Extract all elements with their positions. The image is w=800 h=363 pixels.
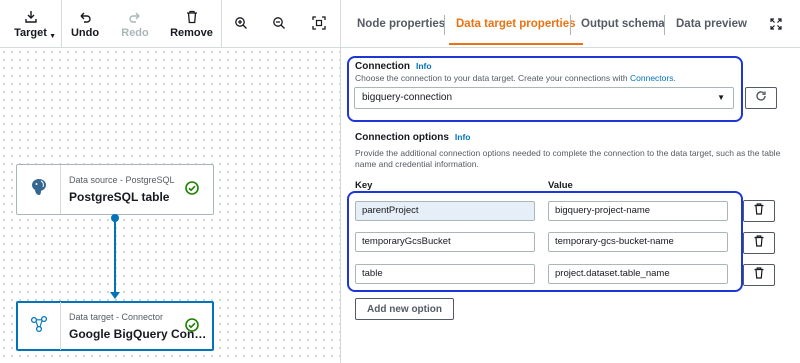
success-check-icon (185, 181, 199, 200)
tab-data-target-properties[interactable]: Data target properties (449, 0, 583, 48)
connectors-link[interactable]: Connectors (630, 73, 673, 83)
source-node-title: PostgreSQL table (69, 190, 170, 204)
fit-to-screen-icon (312, 15, 326, 31)
download-icon (24, 9, 38, 25)
connector-icon (29, 314, 49, 339)
source-node-subtitle: Data source - PostgreSQL (69, 175, 175, 185)
connection-label: Connection Info (355, 61, 432, 72)
postgresql-icon (28, 176, 50, 203)
add-new-option-button[interactable]: Add new option (355, 298, 454, 320)
option-value-input[interactable]: temporary-gcs-bucket-name (548, 232, 728, 252)
refresh-connections-button[interactable] (745, 87, 777, 109)
connection-options-label: Connection options Info (355, 132, 471, 143)
visual-editor-canvas-panel: Target ▼ Undo Redo Remove Data source - … (0, 0, 341, 363)
key-column-header: Key (355, 180, 373, 191)
edge-source-to-target (114, 218, 116, 296)
canvas-toolbar: Target ▼ Undo Redo Remove (0, 0, 340, 48)
caret-down-icon: ▼ (717, 93, 725, 102)
remove-option-button[interactable] (743, 200, 775, 222)
option-value-input[interactable]: project.dataset.table_name (548, 264, 728, 284)
tab-divider (664, 15, 665, 35)
connection-info-link[interactable]: Info (416, 61, 432, 71)
undo-button[interactable]: Undo (62, 0, 108, 47)
undo-label: Undo (70, 26, 100, 39)
target-label: Target (14, 26, 47, 39)
tab-data-preview[interactable]: Data preview (676, 0, 747, 48)
properties-panel: Node properties Data target properties O… (341, 0, 800, 363)
expand-icon[interactable] (770, 17, 782, 35)
source-node-icon-box (17, 165, 61, 214)
value-column-header: Value (548, 180, 573, 191)
trash-icon (753, 266, 765, 284)
target-dropdown-button[interactable]: Target ▼ (0, 0, 62, 47)
trash-icon (185, 9, 199, 25)
remove-option-button[interactable] (743, 264, 775, 286)
tab-output-schema[interactable]: Output schema (581, 0, 665, 48)
redo-label: Redo (121, 26, 149, 39)
zoom-out-icon (272, 15, 286, 31)
source-node[interactable]: Data source - PostgreSQL PostgreSQL tabl… (16, 164, 214, 215)
target-node-icon-box (17, 302, 61, 350)
option-value-input[interactable]: bigquery-project-name (548, 201, 728, 221)
trash-icon (753, 234, 765, 252)
caret-down-icon: ▼ (49, 33, 56, 40)
connection-select[interactable]: bigquery-connection ▼ (354, 87, 734, 109)
tab-divider (570, 15, 571, 35)
connection-selected-value: bigquery-connection (362, 92, 453, 103)
zoom-out-button[interactable] (260, 0, 298, 47)
target-node-subtitle: Data target - Connector (69, 312, 164, 322)
target-node[interactable]: Data target - Connector Google BigQuery … (16, 301, 214, 351)
fit-to-screen-button[interactable] (298, 0, 340, 47)
option-key-input[interactable]: parentProject (355, 201, 535, 221)
zoom-in-button[interactable] (222, 0, 260, 47)
undo-icon (78, 9, 92, 25)
tab-node-properties[interactable]: Node properties (357, 0, 445, 48)
connection-options-description: Provide the additional connection option… (355, 148, 781, 169)
trash-icon (753, 202, 765, 220)
success-check-icon (185, 318, 199, 337)
connection-options-info-link[interactable]: Info (455, 132, 471, 142)
connection-description: Choose the connection to your data targe… (355, 73, 676, 83)
remove-button[interactable]: Remove (162, 0, 222, 47)
zoom-in-icon (234, 15, 248, 31)
option-key-input[interactable]: table (355, 264, 535, 284)
tab-divider (444, 15, 445, 35)
remove-label: Remove (170, 26, 213, 39)
redo-button[interactable]: Redo (108, 0, 162, 47)
redo-icon (128, 9, 142, 25)
remove-option-button[interactable] (743, 232, 775, 254)
refresh-icon (755, 89, 767, 107)
option-key-input[interactable]: temporaryGcsBucket (355, 232, 535, 252)
edge-arrowhead (110, 292, 120, 299)
properties-tabs: Node properties Data target properties O… (341, 0, 800, 48)
